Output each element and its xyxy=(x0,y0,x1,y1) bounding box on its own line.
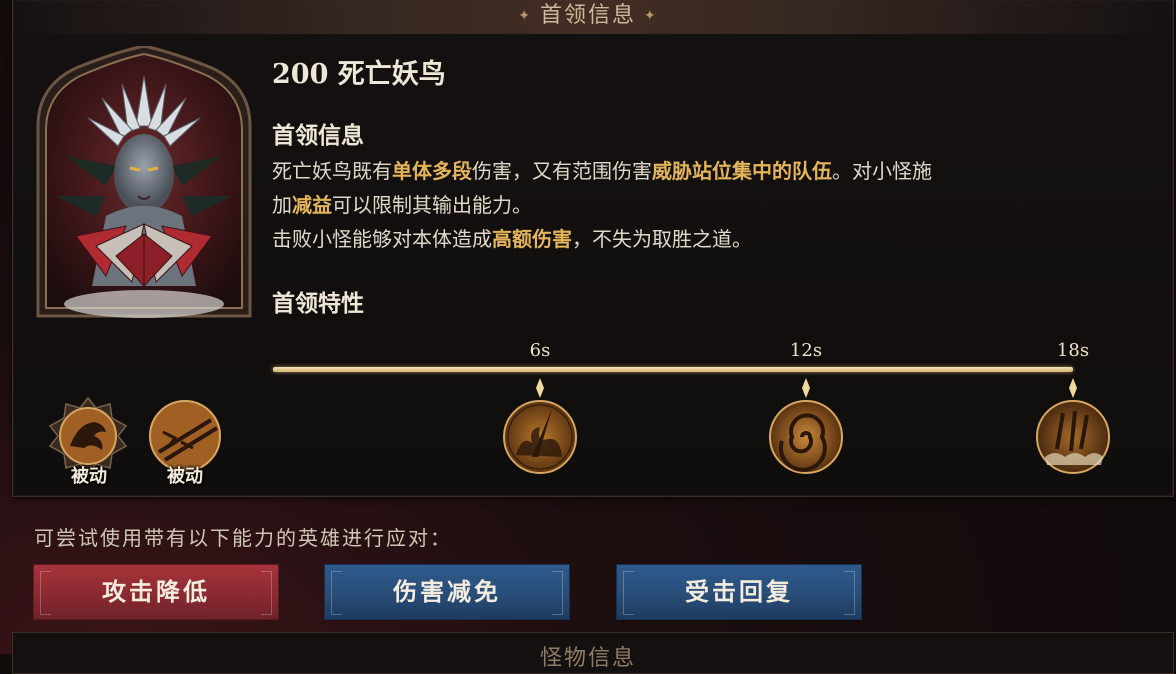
timeline-tick-label: 12s xyxy=(789,340,823,361)
boss-info-title: 首领信息 xyxy=(272,122,364,149)
description-text: 伤害，又有范围伤害 xyxy=(472,159,652,183)
description-text: 。对小怪施 xyxy=(832,159,932,183)
highlight-text: 威胁站位集中的队伍 xyxy=(652,159,832,183)
description-line-3: 击败小怪能够对本体造成高额伤害，不失为取胜之道。 xyxy=(272,222,1152,256)
timeline-marker-icon xyxy=(1069,378,1077,398)
description-line-2: 加减益可以限制其输出能力。 xyxy=(272,188,1152,222)
boss-name: 200 死亡妖鸟 xyxy=(272,59,446,90)
monster-info-title: 怪物信息 xyxy=(539,646,636,671)
header-title-text: 首领信息 xyxy=(539,3,636,28)
description-line-1: 死亡妖鸟既有单体多段伤害，又有范围伤害威胁站位集中的队伍。对小怪施 xyxy=(272,154,1152,188)
header-ornament-left-icon: ✦ xyxy=(518,8,532,24)
tag-damage-reduction[interactable]: 伤害减免 xyxy=(324,564,570,620)
highlight-text: 减益 xyxy=(292,193,332,217)
counter-hint: 可尝试使用带有以下能力的英雄进行应对： xyxy=(34,526,452,550)
vortex-icon[interactable] xyxy=(768,399,844,475)
description-text: 击败小怪能够对本体造成 xyxy=(272,227,492,251)
tag-heal-on-hit[interactable]: 受击回复 xyxy=(616,564,862,620)
skill-timeline-bar xyxy=(273,367,1073,372)
description-text: 死亡妖鸟既有 xyxy=(272,159,392,183)
timeline-tick-label: 18s xyxy=(1056,340,1090,361)
boss-portrait xyxy=(36,44,252,318)
boss-traits-title: 首领特性 xyxy=(272,290,364,317)
highlight-text: 高额伤害 xyxy=(492,227,572,251)
header-ornament-right-icon: ✦ xyxy=(644,8,658,24)
flame-slash-icon[interactable] xyxy=(502,399,578,475)
highlight-text: 单体多段 xyxy=(392,159,472,183)
description-text: 加 xyxy=(272,193,292,217)
header-title: ✦ 首领信息 ✦ xyxy=(0,0,1176,32)
timeline-marker-icon xyxy=(536,378,544,398)
timeline-tick-label: 6s xyxy=(529,340,551,361)
description-text: 可以限制其输出能力。 xyxy=(332,193,532,217)
boss-description: 死亡妖鸟既有单体多段伤害，又有范围伤害威胁站位集中的队伍。对小怪施 加减益可以限… xyxy=(272,154,1152,256)
passive-label: 被动 xyxy=(71,466,107,487)
passive-label: 被动 xyxy=(167,466,203,487)
tag-attack-reduction[interactable]: 攻击降低 xyxy=(33,564,279,620)
timeline-marker-icon xyxy=(802,378,810,398)
description-text: ，不失为取胜之道。 xyxy=(572,227,752,251)
feather-rain-icon[interactable] xyxy=(1035,399,1111,475)
